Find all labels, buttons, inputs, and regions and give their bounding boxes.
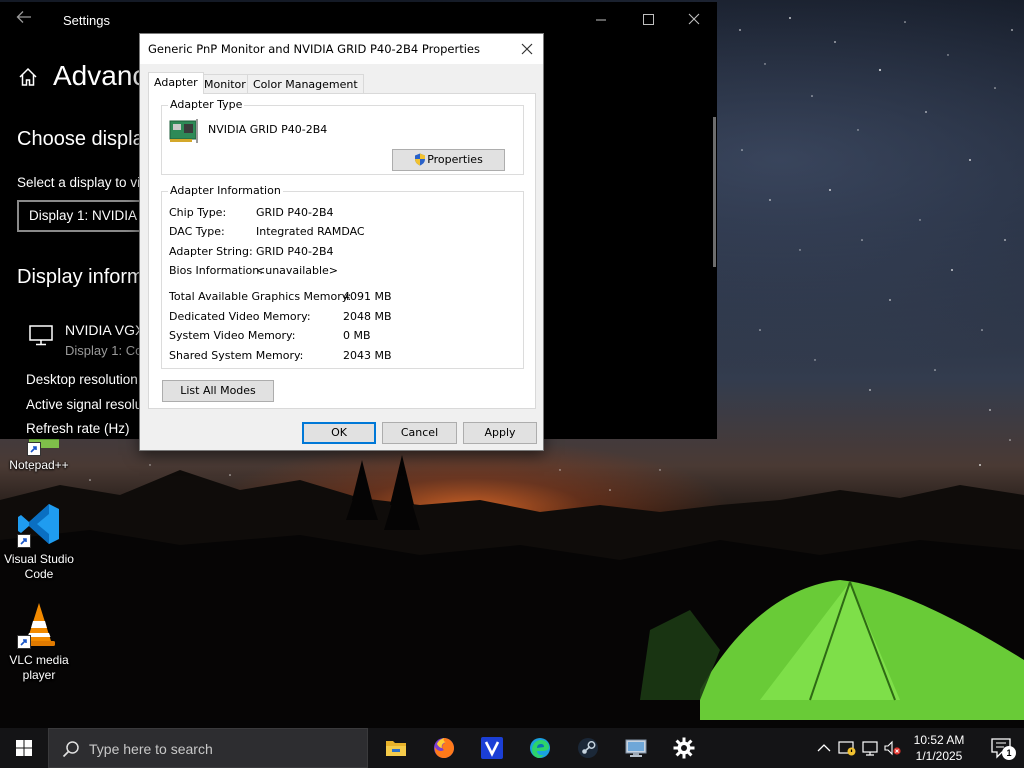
adapter-type-legend: Adapter Type: [168, 98, 245, 111]
action-center-button[interactable]: 1: [980, 728, 1024, 768]
taskbar-settings[interactable]: [660, 728, 708, 768]
taskbar-veeam[interactable]: [468, 728, 516, 768]
choose-display-heading: Choose display: [17, 128, 154, 150]
gpu-name: NVIDIA VGX: [65, 322, 145, 338]
minimize-button[interactable]: [578, 2, 624, 38]
settings-app-title: Settings: [63, 13, 110, 28]
tab-adapter[interactable]: Adapter: [148, 72, 204, 94]
firefox-icon: [434, 738, 454, 758]
network-icon: [862, 741, 878, 756]
minimize-icon: [596, 19, 606, 21]
chip-type-label: Chip Type:: [169, 206, 227, 219]
system-video-memory-label: System Video Memory:: [169, 329, 296, 342]
shortcut-arrow-icon: [17, 635, 31, 649]
search-icon: [62, 741, 79, 758]
tray-show-hidden-button[interactable]: [814, 738, 834, 758]
bios-information-value: <unavailable>: [256, 264, 339, 277]
desktop-icon-vscode[interactable]: Visual Studio Code: [0, 500, 78, 582]
chevron-up-icon: [817, 744, 831, 752]
shortcut-arrow-icon: [17, 534, 31, 548]
notification-count-badge: 1: [1002, 746, 1016, 760]
adapter-string-value: GRID P40-2B4: [256, 245, 334, 258]
windows-security-icon: [838, 741, 856, 756]
search-placeholder: Type here to search: [89, 741, 213, 757]
taskbar-clock[interactable]: 10:52 AM 1/1/2025: [898, 732, 980, 764]
back-arrow-icon: [16, 11, 31, 23]
graphics-card-icon: [169, 119, 198, 143]
tray-network-button[interactable]: [861, 738, 881, 758]
remote-desktop-icon: [625, 739, 647, 757]
shortcut-arrow-icon: [27, 442, 41, 456]
dedicated-video-memory-label: Dedicated Video Memory:: [169, 310, 311, 323]
desktop-icon-label: Notepad++: [9, 458, 69, 472]
adapter-type-group: Adapter Type NVIDIA GRID P40-2B4 Propert…: [161, 98, 524, 175]
shared-system-memory-value: 2043 MB: [343, 349, 392, 362]
adapter-information-legend: Adapter Information: [168, 184, 283, 197]
maximize-icon: [643, 14, 654, 25]
adapter-tab-panel: Adapter Type NVIDIA GRID P40-2B4 Propert…: [148, 93, 536, 409]
close-icon: [521, 43, 533, 55]
vlc-cone-icon: [15, 601, 63, 649]
dialog-titlebar[interactable]: Generic PnP Monitor and NVIDIA GRID P40-…: [140, 34, 543, 64]
dac-type-value: Integrated RAMDAC: [256, 225, 365, 238]
vscode-icon: [15, 500, 63, 548]
steam-icon: [578, 738, 598, 758]
start-button[interactable]: [0, 728, 48, 768]
refresh-rate-label: Refresh rate (Hz): [26, 421, 130, 436]
ok-button[interactable]: OK: [302, 422, 376, 444]
gear-icon: [673, 737, 695, 759]
chip-type-value: GRID P40-2B4: [256, 206, 334, 219]
cancel-button[interactable]: Cancel: [382, 422, 457, 444]
bios-information-label: Bios Information:: [169, 264, 263, 277]
adapter-properties-dialog: Generic PnP Monitor and NVIDIA GRID P40-…: [139, 33, 544, 451]
total-graphics-memory-label: Total Available Graphics Memory:: [169, 290, 352, 303]
adapter-properties-button[interactable]: Properties: [392, 149, 505, 171]
dialog-close-button[interactable]: [513, 36, 541, 62]
clock-time: 10:52 AM: [913, 733, 965, 747]
tab-color-management[interactable]: Color Management: [247, 74, 364, 93]
desktop-icon-notepadpp[interactable]: Notepad++: [0, 436, 78, 473]
tab-monitor[interactable]: Monitor: [198, 74, 252, 93]
monitor-icon: [29, 325, 53, 346]
tray-security-button[interactable]: [837, 738, 857, 758]
desktop-icon-vlc[interactable]: VLC media player: [0, 601, 78, 683]
taskbar-remote-desktop[interactable]: [612, 728, 660, 768]
veeam-icon: [481, 737, 503, 759]
shared-system-memory-label: Shared System Memory:: [169, 349, 304, 362]
properties-button-label: Properties: [427, 153, 483, 166]
uac-shield-icon: [415, 153, 426, 165]
dedicated-video-memory-value: 2048 MB: [343, 310, 392, 323]
system-video-memory-value: 0 MB: [343, 329, 371, 342]
file-explorer-icon: [386, 741, 406, 756]
settings-scrollbar[interactable]: [713, 117, 716, 267]
taskbar-edge[interactable]: [516, 728, 564, 768]
list-all-modes-button[interactable]: List All Modes: [162, 380, 274, 402]
desktop-icon-label: Visual Studio Code: [4, 552, 74, 581]
adapter-string-label: Adapter String:: [169, 245, 253, 258]
adapter-name: NVIDIA GRID P40-2B4: [208, 123, 328, 136]
taskbar: Type here to search 10:52 AM 1/1/2025 1: [0, 728, 1024, 768]
taskbar-steam[interactable]: [564, 728, 612, 768]
notification-icon: [991, 738, 1011, 759]
home-icon[interactable]: [17, 66, 39, 88]
close-icon: [688, 13, 700, 25]
maximize-button[interactable]: [624, 2, 670, 38]
back-button[interactable]: [12, 10, 36, 30]
edge-icon: [530, 738, 550, 758]
desktop-icon-label: VLC media player: [9, 653, 69, 682]
clock-date: 1/1/2025: [915, 749, 963, 763]
dialog-title: Generic PnP Monitor and NVIDIA GRID P40-…: [148, 42, 480, 56]
desktop-resolution-label: Desktop resolution: [26, 372, 138, 387]
dac-type-label: DAC Type:: [169, 225, 225, 238]
total-graphics-memory-value: 4091 MB: [343, 290, 392, 303]
windows-logo-icon: [16, 740, 32, 756]
apply-button[interactable]: Apply: [463, 422, 537, 444]
taskbar-file-explorer[interactable]: [372, 728, 420, 768]
taskbar-firefox[interactable]: [420, 728, 468, 768]
close-button[interactable]: [670, 2, 716, 38]
adapter-information-group: Adapter Information Chip Type: GRID P40-…: [161, 184, 524, 369]
taskbar-search-box[interactable]: Type here to search: [48, 728, 368, 768]
